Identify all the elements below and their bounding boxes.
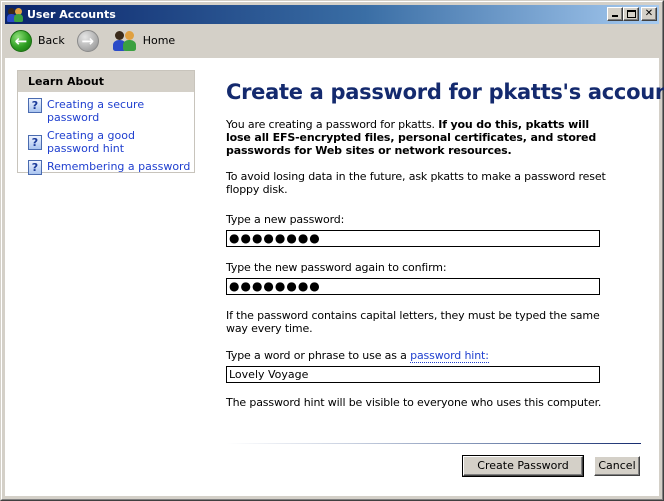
home-users-icon xyxy=(112,30,137,52)
help-icon: ? xyxy=(28,98,42,113)
user-accounts-icon xyxy=(7,7,23,23)
back-arrow-icon: ← xyxy=(10,29,32,52)
learn-link-label[interactable]: Creating a secure password xyxy=(47,98,194,124)
learn-about-list: ? Creating a secure password ? Creating … xyxy=(18,92,194,175)
back-button[interactable]: ← Back xyxy=(10,29,65,52)
learn-about-header: Learn About xyxy=(18,71,194,92)
button-separator xyxy=(227,443,641,444)
reset-disk-note: To avoid losing data in the future, ask … xyxy=(226,170,606,196)
back-label: Back xyxy=(38,34,65,47)
navigation-toolbar: ← Back → Home xyxy=(5,24,659,57)
confirm-password-input[interactable]: ●●●●●●●● xyxy=(226,278,600,295)
minimize-icon xyxy=(612,15,618,17)
new-password-input[interactable]: ●●●●●●●● xyxy=(226,230,600,247)
intro-warning: You are creating a password for pkatts. … xyxy=(226,118,606,157)
window-title: User Accounts xyxy=(27,8,116,21)
maximize-button[interactable] xyxy=(623,7,639,21)
maximize-icon xyxy=(627,10,636,18)
home-button[interactable]: Home xyxy=(112,30,176,52)
forward-arrow-icon: → xyxy=(76,29,99,52)
capital-letters-note: If the password contains capital letters… xyxy=(226,309,600,335)
content-area: Learn About ? Creating a secure password… xyxy=(5,57,664,496)
create-password-form: Create a password for pkatts's account Y… xyxy=(226,80,664,409)
help-icon: ? xyxy=(28,160,42,175)
page-title: Create a password for pkatts's account xyxy=(226,80,664,104)
close-icon: ✕ xyxy=(644,8,654,19)
learn-link-label[interactable]: Remembering a password xyxy=(47,160,190,173)
learn-about-panel: Learn About ? Creating a secure password… xyxy=(17,70,195,175)
close-button[interactable]: ✕ xyxy=(641,7,657,21)
home-label: Home xyxy=(142,34,176,47)
hint-label-text: Type a word or phrase to use as a xyxy=(226,349,411,362)
forward-button[interactable]: → xyxy=(76,29,99,52)
create-password-button[interactable]: Create Password xyxy=(462,455,584,477)
confirm-password-label: Type the new password again to confirm: xyxy=(226,261,447,274)
password-hint-link[interactable]: password hint: xyxy=(410,349,489,363)
window-controls: ✕ xyxy=(607,7,657,21)
cancel-button[interactable]: Cancel xyxy=(594,456,640,476)
learn-link-secure-password[interactable]: ? Creating a secure password xyxy=(28,98,194,124)
window-frame: User Accounts ✕ ← Back → Home Learn Abou… xyxy=(1,1,664,500)
title-bar[interactable]: User Accounts ✕ xyxy=(5,5,659,24)
password-hint-label: Type a word or phrase to use as a passwo… xyxy=(226,349,646,363)
user-accounts-window: User Accounts ✕ ← Back → Home Learn Abou… xyxy=(0,0,664,501)
help-icon: ? xyxy=(28,135,42,150)
new-password-label: Type a new password: xyxy=(226,213,345,226)
learn-link-label[interactable]: Creating a good password hint xyxy=(47,129,182,155)
intro-text: You are creating a password for pkatts. xyxy=(226,118,435,131)
minimize-button[interactable] xyxy=(607,7,623,21)
learn-link-remembering-password[interactable]: ? Remembering a password xyxy=(28,160,194,175)
hint-visibility-note: The password hint will be visible to eve… xyxy=(226,396,602,409)
learn-link-good-hint[interactable]: ? Creating a good password hint xyxy=(28,129,194,155)
password-hint-input[interactable]: Lovely Voyage xyxy=(226,366,600,383)
